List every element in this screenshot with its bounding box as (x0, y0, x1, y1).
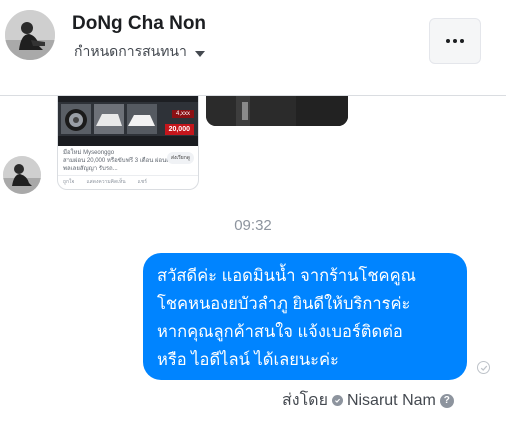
sent-check-icon (477, 361, 490, 374)
conversation-header: DoNg Cha Non กำหนดการสนทนา (0, 0, 506, 96)
share-action[interactable]: แชร์ (138, 178, 147, 186)
shared-post-image: 4,xxx 20,000 (58, 96, 198, 146)
chevron-down-icon (194, 50, 205, 57)
outgoing-message-bubble[interactable]: สวัสดีค่ะ แอดมินน้ำ จากร้านโชคคูณ โชคหนอ… (143, 253, 467, 380)
more-dot-icon (453, 39, 457, 43)
shared-post-card[interactable]: 4,xxx 20,000 มือใหม่ Myseonggo สามผ่อน 2… (57, 96, 199, 190)
car-advert-image (58, 96, 198, 146)
more-dot-icon (460, 39, 464, 43)
contact-avatar[interactable] (5, 10, 55, 60)
contact-name[interactable]: DoNg Cha Non (72, 13, 206, 35)
contact-avatar-small[interactable] (3, 156, 41, 194)
conversation-settings-label: กำหนดการสนทนา (74, 43, 187, 59)
message-line: โชคหนองยบัวลำภู ยินดีให้บริการค่ะ (157, 295, 411, 313)
message-line: สวัสดีค่ะ แอดมินน้ำ จากร้านโชคคูณ (157, 267, 416, 285)
sender-name[interactable]: Nisarut Nam (347, 392, 436, 410)
conversation-settings-dropdown[interactable]: กำหนดการสนทนา (74, 41, 205, 63)
more-options-button[interactable] (429, 18, 481, 64)
message-line: หากคุณลูกค้าสนใจ แจ้งเบอร์ติดต่อ (157, 323, 403, 341)
price-tag-small: 4,xxx (171, 110, 194, 118)
photo-image (206, 96, 348, 126)
check-badge-icon (331, 395, 343, 406)
comment-action[interactable]: แสดงความคิดเห็น (86, 178, 125, 186)
shared-photo[interactable] (206, 96, 348, 126)
save-button[interactable]: ส่งเรียกดู (166, 152, 194, 164)
message-timestamp: 09:32 (234, 217, 272, 234)
sent-by-label: ส่งโดย (282, 392, 328, 409)
message-line: หรือ ไอดีไลน์ ได้เลยนะค่ะ (157, 351, 339, 369)
help-icon[interactable]: ? (439, 393, 454, 408)
price-tag: 20,000 (164, 124, 194, 135)
post-actions: ถูกใจ แสดงความคิดเห็น แชร์ (58, 175, 198, 188)
more-dot-icon (446, 39, 450, 43)
sent-by-info: ส่งโดย Nisarut Nam ? (282, 388, 454, 413)
like-action[interactable]: ถูกใจ (63, 178, 74, 186)
